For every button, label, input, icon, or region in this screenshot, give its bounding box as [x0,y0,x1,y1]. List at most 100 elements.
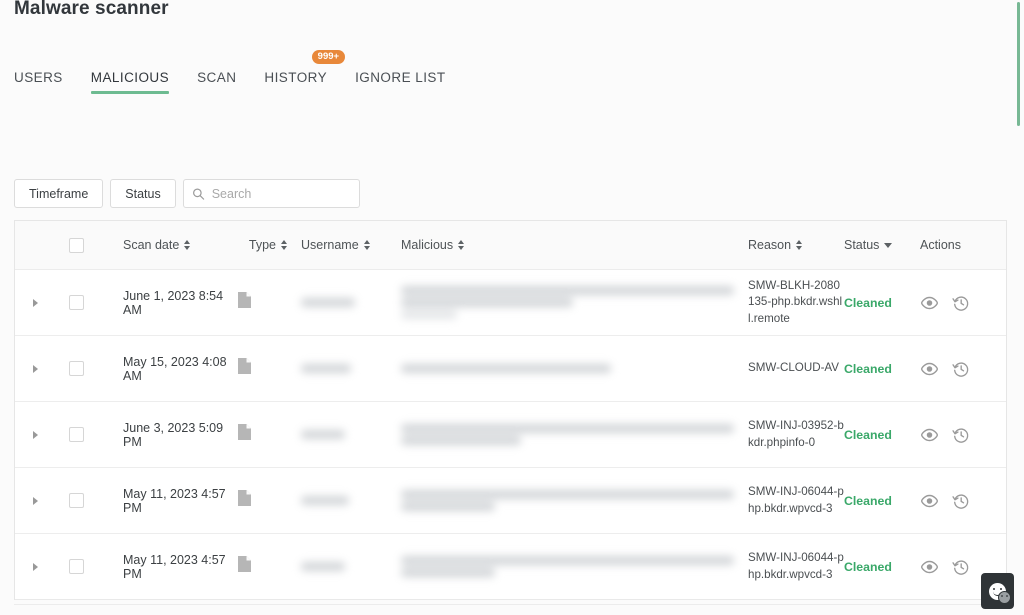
row-select[interactable] [55,427,97,442]
cell-reason: SMW-BLKH-2080135-php.bkdr.wshll.remote [748,278,844,327]
chevron-right-icon[interactable] [33,299,38,307]
malicious-files-table: Scan date Type Username Malicious Reason… [14,220,1007,600]
row-select[interactable] [55,493,97,508]
cell-status: Cleaned [844,426,920,444]
redacted-username [301,298,401,307]
tab-malicious[interactable]: MALICIOUS [77,70,183,94]
table-row[interactable]: May 11, 2023 4:57 PM SMW-INJ-06044-php.b… [15,468,1006,534]
row-checkbox[interactable] [69,493,84,508]
tab-label: IGNORE LIST [355,70,445,85]
th-malicious[interactable]: Malicious [401,238,748,252]
eye-icon[interactable] [920,560,939,574]
reason-text: SMW-INJ-03952-bkdr.phpinfo-0 [748,418,844,451]
redacted-username [301,496,401,505]
chevron-right-icon[interactable] [33,497,38,505]
th-username[interactable]: Username [301,238,401,252]
redacted-username [301,364,401,373]
redacted-malicious [401,364,734,373]
cell-malicious [401,487,748,514]
cell-status: Cleaned [844,492,920,510]
sort-icon[interactable] [281,240,287,250]
row-checkbox[interactable] [69,295,84,310]
sort-icon[interactable] [458,240,464,250]
table-row[interactable]: June 1, 2023 8:54 AM [15,270,1006,336]
th-status[interactable]: Status [844,238,920,252]
row-checkbox[interactable] [69,361,84,376]
table-row[interactable]: June 3, 2023 5:09 PM SMW-INJ-03952-bkdr.… [15,402,1006,468]
cell-reason: SMW-INJ-06044-php.bkdr.wpvcd-3 [748,550,844,583]
status-badge: Cleaned [844,494,892,508]
chevron-down-icon[interactable] [884,243,892,248]
restore-icon[interactable] [952,558,970,576]
status-badge: Cleaned [844,296,892,310]
restore-icon[interactable] [952,294,970,312]
row-checkbox[interactable] [69,427,84,442]
timeframe-filter-label: Timeframe [29,187,88,201]
eye-icon[interactable] [920,362,939,376]
tab-scan[interactable]: SCAN [183,70,250,94]
sort-icon[interactable] [364,240,370,250]
cell-type [229,357,301,380]
cell-type [229,489,301,512]
file-icon [237,555,252,578]
row-select[interactable] [55,559,97,574]
eye-icon[interactable] [920,494,939,508]
restore-icon[interactable] [952,360,970,378]
chat-smiley-icon [989,583,1006,600]
status-filter-button[interactable]: Status [110,179,175,208]
th-scan-date[interactable]: Scan date [97,238,229,252]
table-row[interactable]: May 15, 2023 4:08 AM SMW-CLOUD-AV [15,336,1006,402]
tab-history[interactable]: HISTORY 999+ [250,70,341,94]
chat-widget-button[interactable] [981,573,1014,609]
file-icon [237,489,252,512]
redacted-username [301,430,401,439]
timeframe-filter-button[interactable]: Timeframe [14,179,103,208]
cell-username [301,559,401,574]
eye-icon[interactable] [920,296,939,310]
search-input[interactable] [212,180,359,207]
cell-scan-date: June 3, 2023 5:09 PM [97,421,229,449]
row-expander[interactable] [15,431,55,439]
page-scrollbar[interactable] [1013,0,1024,615]
chevron-right-icon[interactable] [33,431,38,439]
th-select-all[interactable] [55,238,97,253]
row-expander[interactable] [15,299,55,307]
eye-icon[interactable] [920,428,939,442]
row-checkbox[interactable] [69,559,84,574]
search-box[interactable] [183,179,360,208]
cell-malicious [401,421,748,448]
table-row[interactable]: May 11, 2023 4:57 PM SMW-INJ-06044-php.b… [15,534,1006,600]
cell-type [229,423,301,446]
tab-users[interactable]: USERS [14,70,77,94]
sort-icon[interactable] [796,240,802,250]
chevron-right-icon[interactable] [33,365,38,373]
cell-scan-date: May 11, 2023 4:57 PM [97,553,229,581]
th-reason[interactable]: Reason [748,238,844,252]
status-badge: Cleaned [844,362,892,376]
scrollbar-thumb[interactable] [1017,2,1020,126]
restore-icon[interactable] [952,426,970,444]
cell-malicious [401,361,748,376]
chevron-right-icon[interactable] [33,563,38,571]
tab-label: MALICIOUS [91,70,169,85]
cell-reason: SMW-CLOUD-AV [748,360,844,376]
sort-icon[interactable] [184,240,190,250]
th-label: Status [844,238,879,252]
th-label: Scan date [123,238,179,252]
restore-icon[interactable] [952,492,970,510]
th-type[interactable]: Type [229,238,301,252]
tab-ignore-list[interactable]: IGNORE LIST [341,70,459,94]
select-all-checkbox[interactable] [69,238,84,253]
cell-scan-date: May 11, 2023 4:57 PM [97,487,229,515]
row-select[interactable] [55,361,97,376]
cell-malicious [401,553,748,580]
cell-actions [920,294,1006,312]
row-expander[interactable] [15,563,55,571]
redacted-malicious [401,556,734,577]
row-expander[interactable] [15,365,55,373]
status-badge: Cleaned [844,560,892,574]
redacted-malicious [401,490,734,511]
row-select[interactable] [55,295,97,310]
tab-label: HISTORY [264,70,327,85]
row-expander[interactable] [15,497,55,505]
